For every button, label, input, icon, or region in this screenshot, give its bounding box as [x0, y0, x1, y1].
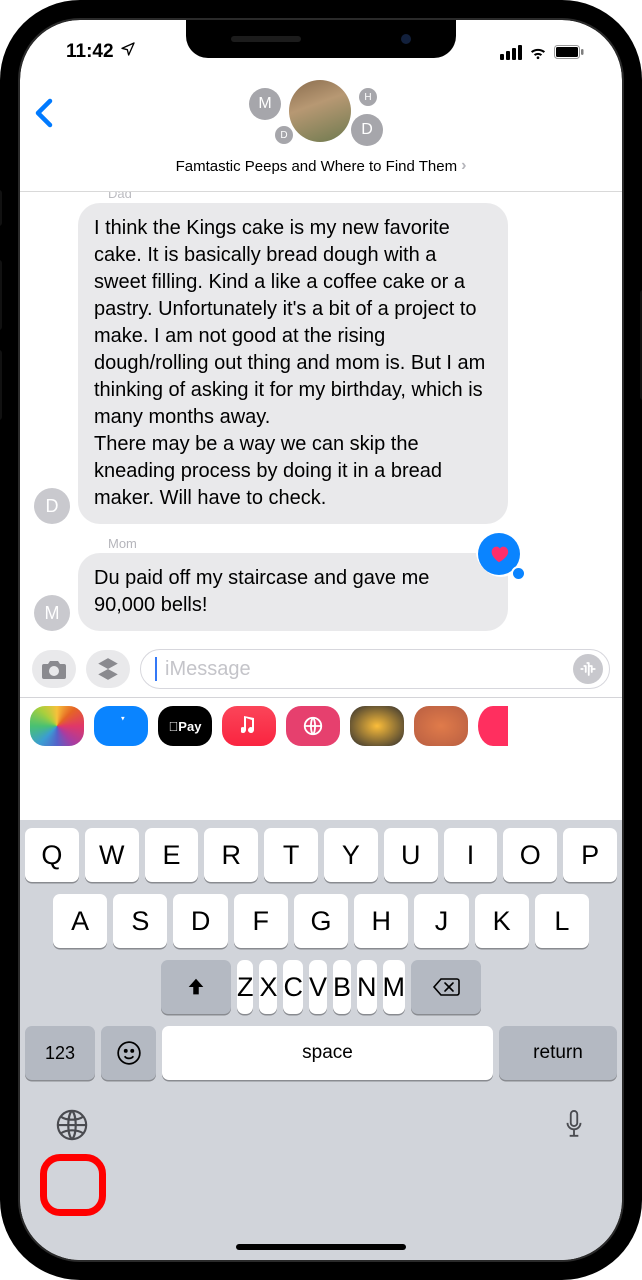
message-avatar-mom: M	[34, 595, 70, 631]
keyboard: QWERTYUIOP ASDFGHJKL ZXCVBNM 123 space r…	[20, 820, 622, 1260]
app-music[interactable]	[222, 706, 276, 746]
avatar-m: M	[249, 88, 281, 120]
key-d[interactable]: D	[173, 894, 227, 948]
key-m[interactable]: M	[383, 960, 406, 1014]
globe-key[interactable]	[55, 1108, 89, 1147]
notch	[186, 20, 456, 58]
shift-key[interactable]	[161, 960, 231, 1014]
sender-label-mom: Mom	[30, 536, 612, 551]
dictation-key[interactable]	[561, 1108, 587, 1147]
key-k[interactable]: K	[475, 894, 529, 948]
key-g[interactable]: G	[294, 894, 348, 948]
message-bubble-dad[interactable]: I think the Kings cake is my new favorit…	[78, 203, 508, 524]
cellular-signal-icon	[500, 45, 522, 60]
message-input[interactable]: iMessage	[140, 649, 610, 689]
key-e[interactable]: E	[145, 828, 199, 882]
app-translate[interactable]	[286, 706, 340, 746]
backspace-key[interactable]	[411, 960, 481, 1014]
key-p[interactable]: P	[563, 828, 617, 882]
app-strip: Pay	[20, 697, 622, 754]
key-b[interactable]: B	[333, 960, 351, 1014]
key-c[interactable]: C	[283, 960, 303, 1014]
voice-message-button[interactable]	[573, 654, 603, 684]
silence-switch	[0, 190, 2, 226]
app-pay[interactable]: Pay	[158, 706, 212, 746]
heart-reaction-icon[interactable]	[478, 533, 520, 575]
volume-up-button	[0, 260, 2, 330]
chevron-right-icon: ›	[461, 157, 466, 175]
battery-icon	[554, 45, 584, 59]
key-l[interactable]: L	[535, 894, 589, 948]
key-r[interactable]: R	[204, 828, 258, 882]
app-drawer-button[interactable]	[86, 650, 130, 688]
key-j[interactable]: J	[414, 894, 468, 948]
wifi-icon	[528, 44, 548, 60]
status-time: 11:42	[66, 41, 114, 63]
app-photos[interactable]	[30, 706, 84, 746]
key-q[interactable]: Q	[25, 828, 79, 882]
key-i[interactable]: I	[444, 828, 498, 882]
text-cursor	[155, 657, 157, 681]
key-t[interactable]: T	[264, 828, 318, 882]
app-store[interactable]	[94, 706, 148, 746]
key-u[interactable]: U	[384, 828, 438, 882]
numbers-key[interactable]: 123	[25, 1026, 95, 1080]
key-h[interactable]: H	[354, 894, 408, 948]
group-avatar[interactable]: M H D D	[241, 74, 401, 154]
app-memoji-1[interactable]	[350, 706, 404, 746]
key-f[interactable]: F	[234, 894, 288, 948]
key-w[interactable]: W	[85, 828, 139, 882]
group-title-row[interactable]: Famtastic Peeps and Where to Find Them ›	[20, 154, 622, 175]
space-key[interactable]: space	[162, 1026, 493, 1080]
camera-button[interactable]	[32, 650, 76, 688]
return-key[interactable]: return	[499, 1026, 617, 1080]
avatar-photo	[289, 80, 351, 142]
message-row-mom: M Du paid off my staircase and gave me 9…	[30, 553, 612, 631]
avatar-d: D	[351, 114, 383, 146]
screen: 11:42 M H	[20, 20, 622, 1260]
location-arrow-icon	[120, 41, 136, 63]
message-avatar-dad: D	[34, 488, 70, 524]
key-s[interactable]: S	[113, 894, 167, 948]
message-bubble-mom[interactable]: Du paid off my staircase and gave me 90,…	[78, 553, 508, 631]
home-indicator[interactable]	[236, 1244, 406, 1250]
key-y[interactable]: Y	[324, 828, 378, 882]
volume-down-button	[0, 350, 2, 420]
app-memoji-2[interactable]	[414, 706, 468, 746]
key-n[interactable]: N	[357, 960, 377, 1014]
avatar-d-small: D	[275, 126, 293, 144]
sender-label-dad: Dad	[30, 192, 612, 201]
back-button[interactable]	[34, 98, 54, 133]
key-z[interactable]: Z	[237, 960, 254, 1014]
group-title: Famtastic Peeps and Where to Find Them	[176, 158, 458, 175]
key-o[interactable]: O	[503, 828, 557, 882]
key-x[interactable]: X	[259, 960, 277, 1014]
message-placeholder: iMessage	[165, 658, 565, 681]
key-v[interactable]: V	[309, 960, 327, 1014]
tutorial-highlight	[40, 1154, 106, 1216]
emoji-key[interactable]	[101, 1026, 156, 1080]
phone-frame: 11:42 M H	[0, 0, 642, 1280]
app-heart[interactable]	[478, 706, 508, 746]
chat-area: Dad D I think the Kings cake is my new f…	[20, 192, 622, 643]
key-a[interactable]: A	[53, 894, 107, 948]
avatar-h: H	[359, 88, 377, 106]
compose-row: iMessage	[20, 643, 622, 697]
message-row-dad: D I think the Kings cake is my new favor…	[30, 203, 612, 524]
